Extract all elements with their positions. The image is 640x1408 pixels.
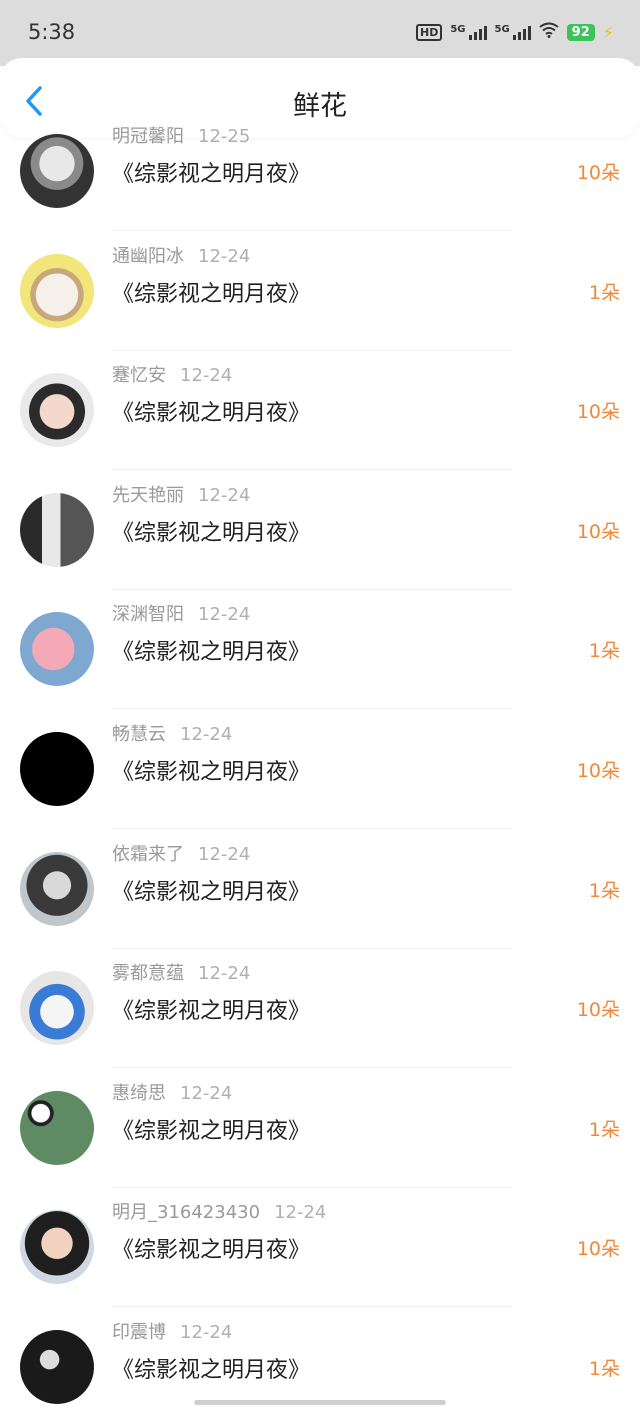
- avatar[interactable]: [20, 1330, 94, 1404]
- record-date: 12-24: [198, 604, 251, 626]
- record-date: 12-24: [198, 963, 251, 985]
- avatar[interactable]: [20, 373, 94, 448]
- book-title[interactable]: 《综影视之明月夜》: [112, 754, 310, 786]
- flower-count: 10朵: [576, 162, 620, 184]
- status-bar: 5:38 HD 5G 5G 92 ⚡: [0, 0, 640, 66]
- book-title[interactable]: 《综影视之明月夜》: [112, 874, 310, 906]
- flower-count: 10朵: [576, 760, 620, 782]
- signal-icon: 5G: [450, 24, 487, 40]
- avatar[interactable]: [20, 134, 94, 208]
- record-meta: 惠绮思 12-24: [112, 1079, 232, 1105]
- record-date: 12-24: [198, 484, 251, 506]
- record-date: 12-24: [198, 843, 251, 865]
- username[interactable]: 明月_316423430: [112, 1202, 260, 1223]
- list-item[interactable]: 蹇忆安 12-24 《综影视之明月夜》 10朵: [0, 359, 640, 479]
- username[interactable]: 明冠馨阳: [112, 126, 184, 147]
- record-date: 12-24: [180, 365, 233, 387]
- book-title[interactable]: 《综影视之明月夜》: [112, 515, 310, 547]
- signal-icon-2: 5G: [495, 24, 531, 40]
- page-title: 鲜花: [293, 91, 347, 122]
- divider: [112, 828, 512, 829]
- flower-count: 10朵: [576, 999, 620, 1022]
- list-item[interactable]: 通幽阳冰 12-24 《综影视之明月夜》 1朵: [0, 240, 640, 360]
- record-meta: 依霜来了 12-24: [112, 840, 250, 866]
- username[interactable]: 印震博: [112, 1322, 166, 1343]
- book-title[interactable]: 《综影视之明月夜》: [112, 1352, 310, 1384]
- avatar[interactable]: [20, 851, 94, 926]
- book-title[interactable]: 《综影视之明月夜》: [112, 156, 310, 188]
- hd-icon: HD: [415, 23, 443, 41]
- divider: [112, 588, 512, 590]
- record-date: 12-24: [180, 724, 233, 745]
- status-time: 5:38: [28, 20, 76, 44]
- username[interactable]: 通幽阳冰: [112, 246, 184, 267]
- avatar[interactable]: [20, 1090, 94, 1165]
- flower-count: 10朵: [576, 520, 620, 543]
- book-title[interactable]: 《综影视之明月夜》: [112, 634, 310, 666]
- flower-count: 1朵: [588, 281, 620, 304]
- list-item[interactable]: 深渊智阳 12-24 《综影视之明月夜》 1朵: [0, 598, 640, 718]
- divider: [112, 349, 512, 351]
- flower-count: 10朵: [576, 401, 620, 424]
- wifi-icon: [539, 22, 559, 42]
- book-title[interactable]: 《综影视之明月夜》: [112, 395, 310, 427]
- divider: [112, 947, 512, 949]
- book-title[interactable]: 《综影视之明月夜》: [112, 1232, 310, 1264]
- status-icons: HD 5G 5G 92 ⚡: [415, 22, 614, 42]
- list-item[interactable]: 印震博 12-24 《综影视之明月夜》 1朵: [0, 1316, 640, 1408]
- username[interactable]: 先天艳丽: [112, 485, 184, 506]
- list-item[interactable]: 明冠馨阳 12-25 《综影视之明月夜》 10朵: [0, 120, 640, 240]
- avatar[interactable]: [20, 612, 94, 687]
- record-date: 12-24: [180, 1322, 233, 1343]
- list-item[interactable]: 畅慧云 12-24 《综影视之明月夜》 10朵: [0, 718, 640, 838]
- flower-count: 1朵: [588, 1358, 620, 1380]
- record-meta: 印震博 12-24: [112, 1318, 232, 1344]
- flower-count: 1朵: [588, 640, 620, 663]
- flower-count: 1朵: [588, 1118, 620, 1141]
- avatar[interactable]: [20, 1210, 94, 1285]
- list-item[interactable]: 惠绮思 12-24 《综影视之明月夜》 1朵: [0, 1077, 640, 1197]
- list-item[interactable]: 明月_316423430 12-24 《综影视之明月夜》 10朵: [0, 1196, 640, 1316]
- charging-icon: ⚡: [602, 22, 614, 42]
- username[interactable]: 依霜来了: [112, 844, 184, 865]
- record-meta: 雾都意蕴 12-24: [112, 959, 250, 985]
- list-item[interactable]: 雾都意蕴 12-24 《综影视之明月夜》 10朵: [0, 957, 640, 1077]
- username[interactable]: 蹇忆安: [112, 365, 166, 386]
- record-date: 12-24: [274, 1202, 327, 1224]
- record-date: 12-24: [180, 1082, 233, 1104]
- divider: [112, 1306, 512, 1308]
- record-meta: 蹇忆安 12-24: [112, 361, 232, 387]
- avatar[interactable]: [20, 971, 94, 1046]
- divider: [112, 1067, 512, 1069]
- username[interactable]: 深渊智阳: [112, 604, 184, 625]
- record-meta: 畅慧云 12-24: [112, 720, 232, 746]
- book-title[interactable]: 《综影视之明月夜》: [112, 993, 310, 1025]
- avatar[interactable]: [20, 253, 94, 328]
- username[interactable]: 畅慧云: [112, 724, 166, 745]
- home-indicator[interactable]: [194, 1400, 446, 1405]
- avatar[interactable]: [20, 492, 94, 567]
- username[interactable]: 雾都意蕴: [112, 963, 184, 984]
- book-title[interactable]: 《综影视之明月夜》: [112, 1113, 310, 1145]
- record-meta: 先天艳丽 12-24: [112, 481, 250, 507]
- flower-count: 1朵: [588, 879, 620, 902]
- record-meta: 明月_316423430 12-24: [112, 1198, 326, 1224]
- avatar[interactable]: [20, 732, 94, 806]
- divider: [112, 230, 512, 231]
- book-title[interactable]: 《综影视之明月夜》: [112, 276, 310, 308]
- list-item[interactable]: 依霜来了 12-24 《综影视之明月夜》 1朵: [0, 838, 640, 958]
- record-date: 12-25: [198, 126, 251, 147]
- battery-icon: 92: [566, 23, 595, 41]
- username[interactable]: 惠绮思: [112, 1083, 166, 1104]
- divider: [112, 469, 512, 471]
- flower-count: 10朵: [576, 1238, 620, 1261]
- record-meta: 明冠馨阳 12-25: [112, 122, 250, 148]
- divider: [112, 708, 512, 710]
- record-date: 12-24: [198, 245, 251, 267]
- list-item[interactable]: 先天艳丽 12-24 《综影视之明月夜》 10朵: [0, 479, 640, 599]
- record-meta: 通幽阳冰 12-24: [112, 242, 250, 268]
- divider: [112, 1186, 512, 1188]
- record-meta: 深渊智阳 12-24: [112, 600, 250, 626]
